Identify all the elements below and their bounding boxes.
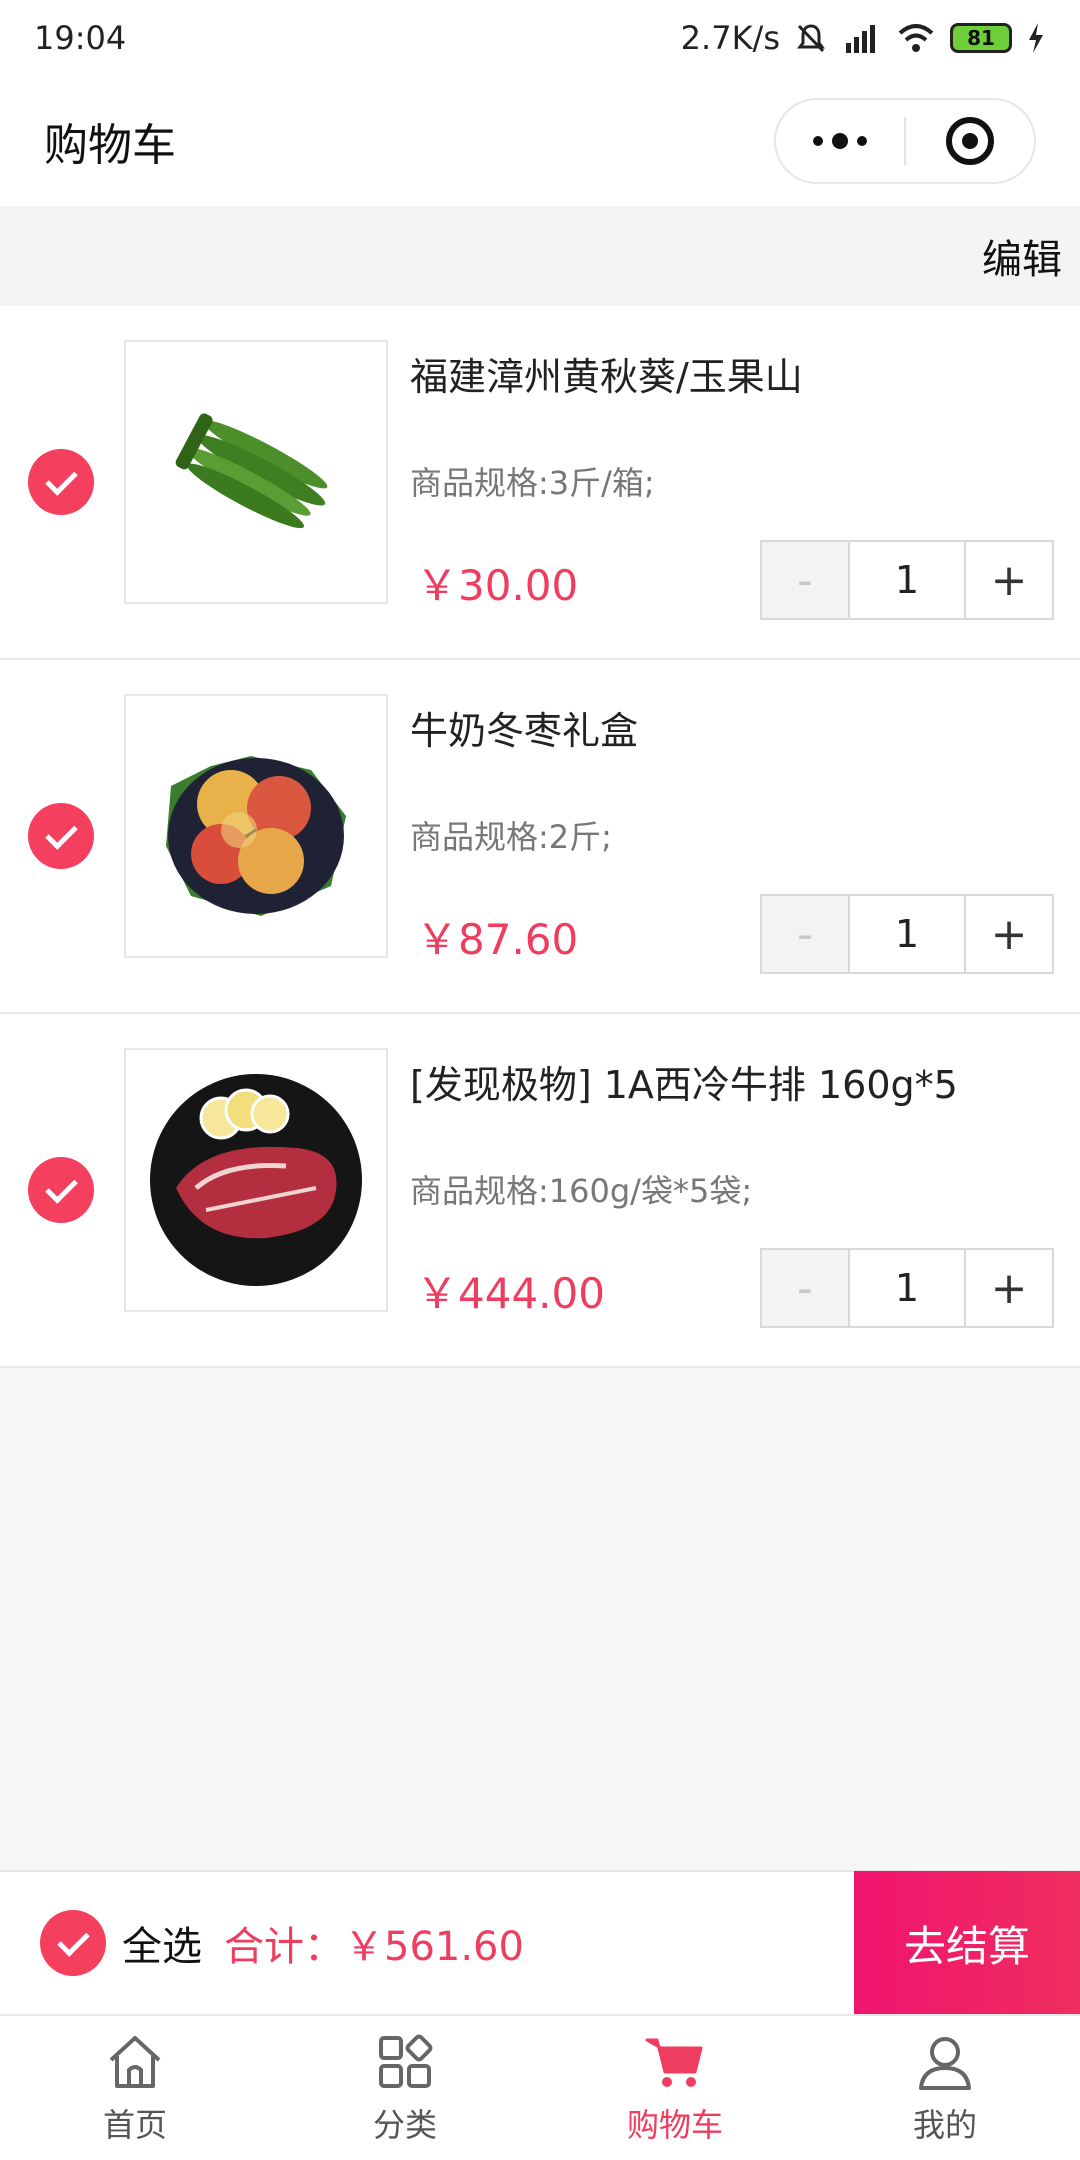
cart-item: [发现极物] 1A西冷牛排 160g*5 商品规格:160g/袋*5袋; ￥44… [0,1014,1080,1368]
quantity-stepper: - 1 + [760,1248,1054,1328]
close-miniprogram-button[interactable] [906,100,1034,182]
cart-item: 福建漳州黄秋葵/玉果山 商品规格:3斤/箱; ￥30.00 - 1 + [0,306,1080,660]
title-bar: 购物车 [0,76,1080,206]
tab-cart[interactable]: 购物车 [540,2016,810,2160]
category-icon [379,2034,433,2088]
jujube-image[interactable] [124,694,388,958]
tab-label: 首页 [102,2106,167,2144]
item-spec: 商品规格:160g/袋*5袋; [410,1172,753,1210]
home-icon [109,2036,161,2088]
item-price: ￥444.00 [416,1269,605,1318]
jujube-illustration [166,756,346,916]
decrease-button[interactable]: - [762,896,850,972]
increase-button[interactable]: + [964,542,1052,618]
more-button[interactable] [776,100,904,182]
net-speed: 2.7K/s [680,19,780,57]
okra-image[interactable] [124,340,388,604]
tab-label: 购物车 [626,2106,723,2144]
user-icon [919,2037,971,2090]
quantity-value[interactable]: 1 [850,1250,964,1326]
checkout-bar: 全选 合计：￥561.60 去结算 [0,1870,1080,2015]
tab-home[interactable]: 首页 [0,2016,270,2160]
steak-illustration [150,1074,362,1286]
item-name[interactable]: 福建漳州黄秋葵/玉果山 [410,346,803,401]
cart-icon [645,2038,703,2087]
decrease-button[interactable]: - [762,542,850,618]
mute-icon [797,24,825,53]
quantity-stepper: - 1 + [760,540,1054,620]
steak-image[interactable] [124,1048,388,1312]
target-icon [946,117,994,165]
tab-category[interactable]: 分类 [270,2016,540,2160]
item-spec: 商品规格:3斤/箱; [410,464,655,502]
charging-icon [1029,23,1043,53]
battery-icon: 81 [950,23,1012,53]
select-all-checkbox[interactable] [40,1910,106,1976]
status-right: 2.7K/s 81 [681,19,1046,57]
edit-button[interactable]: 编辑 [982,227,1062,285]
tab-bar: 首页 分类 购物车 我的 [0,2014,1080,2160]
okra-illustration [175,413,328,529]
status-bar: 19:04 2.7K/s 81 [0,0,1080,76]
quantity-value[interactable]: 1 [850,542,964,618]
tab-label: 我的 [912,2106,977,2144]
select-all-label[interactable]: 全选 [122,1914,202,1972]
item-checkbox[interactable] [28,449,94,515]
tab-label: 分类 [372,2106,437,2144]
item-price: ￥30.00 [416,561,579,610]
miniprogram-capsule [774,98,1036,184]
checkout-button[interactable]: 去结算 [854,1871,1080,2015]
item-name[interactable]: [发现极物] 1A西冷牛排 160g*5 [410,1054,958,1109]
page-title: 购物车 [44,120,176,171]
wifi-icon [898,24,934,52]
total-price: 合计：￥561.60 [224,1924,524,1970]
cart-list: 福建漳州黄秋葵/玉果山 商品规格:3斤/箱; ￥30.00 - 1 + 牛奶冬枣… [0,306,1080,1368]
item-price: ￥87.60 [416,915,579,964]
status-time: 19:04 [34,19,127,57]
item-spec: 商品规格:2斤; [410,818,612,856]
cart-item: 牛奶冬枣礼盒 商品规格:2斤; ￥87.60 - 1 + [0,660,1080,1014]
more-dots-icon [813,133,867,149]
quantity-stepper: - 1 + [760,894,1054,974]
signal-icon [846,25,875,53]
tab-mine[interactable]: 我的 [810,2016,1080,2160]
item-checkbox[interactable] [28,1157,94,1223]
item-name[interactable]: 牛奶冬枣礼盒 [410,700,638,755]
edit-bar: 编辑 [0,206,1080,306]
quantity-value[interactable]: 1 [850,896,964,972]
increase-button[interactable]: + [964,896,1052,972]
item-checkbox[interactable] [28,803,94,869]
decrease-button[interactable]: - [762,1250,850,1326]
increase-button[interactable]: + [964,1250,1052,1326]
